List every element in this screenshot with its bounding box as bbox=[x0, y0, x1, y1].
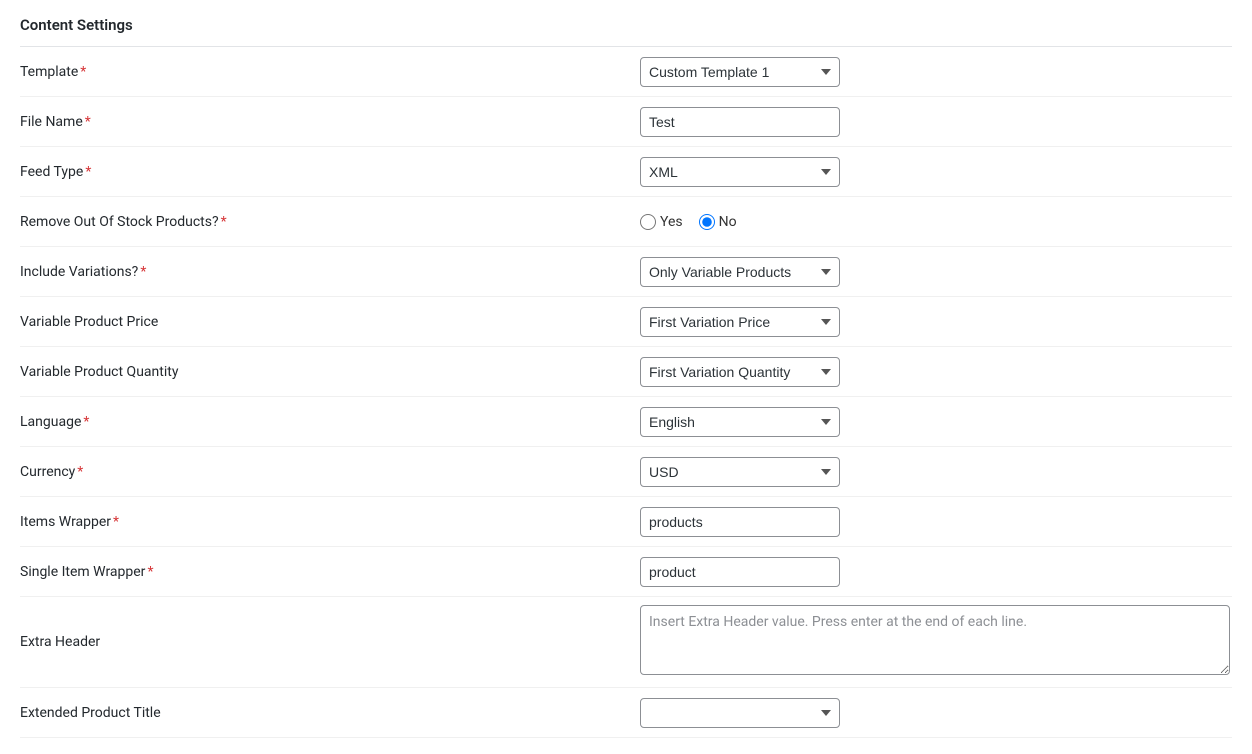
remove-out-of-stock-no-label[interactable]: No bbox=[699, 214, 737, 230]
language-select[interactable]: English French Spanish bbox=[640, 407, 840, 437]
variable-product-quantity-row: Variable Product Quantity First Variatio… bbox=[20, 347, 1232, 397]
variable-product-quantity-select[interactable]: First Variation Quantity Sum of Quantiti… bbox=[640, 357, 840, 387]
remove-out-of-stock-label: Remove Out Of Stock Products?* bbox=[20, 214, 640, 230]
items-wrapper-control bbox=[640, 507, 1232, 537]
currency-label: Currency* bbox=[20, 464, 640, 480]
template-row: Template* Custom Template 1 Custom Templ… bbox=[20, 47, 1232, 97]
extra-header-row: Extra Header bbox=[20, 597, 1232, 688]
feed-type-label: Feed Type* bbox=[20, 164, 640, 180]
items-wrapper-row: Items Wrapper* bbox=[20, 497, 1232, 547]
extra-header-control bbox=[640, 605, 1232, 679]
extra-header-textarea[interactable] bbox=[640, 605, 1230, 675]
remove-out-of-stock-radio-group: Yes No bbox=[640, 214, 1232, 230]
remove-out-of-stock-yes-radio[interactable] bbox=[640, 214, 656, 230]
currency-row: Currency* USD EUR GBP bbox=[20, 447, 1232, 497]
single-item-wrapper-row: Single Item Wrapper* bbox=[20, 547, 1232, 597]
feed-type-control: XML CSV TSV bbox=[640, 157, 1232, 187]
file-name-row: File Name* bbox=[20, 97, 1232, 147]
variable-product-price-select[interactable]: First Variation Price Min Price Max Pric… bbox=[640, 307, 840, 337]
remove-out-of-stock-yes-label[interactable]: Yes bbox=[640, 214, 683, 230]
extended-product-title-control bbox=[640, 698, 1232, 728]
include-variations-row: Include Variations?* Only Variable Produ… bbox=[20, 247, 1232, 297]
items-wrapper-label: Items Wrapper* bbox=[20, 514, 640, 530]
file-name-control bbox=[640, 107, 1232, 137]
include-variations-label: Include Variations?* bbox=[20, 264, 640, 280]
remove-out-of-stock-control: Yes No bbox=[640, 214, 1232, 230]
currency-select[interactable]: USD EUR GBP bbox=[640, 457, 840, 487]
single-item-wrapper-required: * bbox=[147, 564, 153, 580]
items-wrapper-required: * bbox=[113, 514, 119, 530]
variable-product-price-control: First Variation Price Min Price Max Pric… bbox=[640, 307, 1232, 337]
language-required: * bbox=[83, 414, 89, 430]
template-control: Custom Template 1 Custom Template 2 bbox=[640, 57, 1232, 87]
template-select[interactable]: Custom Template 1 Custom Template 2 bbox=[640, 57, 840, 87]
remove-out-of-stock-required: * bbox=[221, 214, 227, 230]
feed-type-required: * bbox=[85, 164, 91, 180]
content-settings-panel: Content Settings Template* Custom Templa… bbox=[0, 0, 1252, 754]
variable-product-price-label: Variable Product Price bbox=[20, 314, 640, 330]
extended-product-title-label: Extended Product Title bbox=[20, 705, 640, 721]
language-label: Language* bbox=[20, 414, 640, 430]
extended-product-title-select[interactable] bbox=[640, 698, 840, 728]
section-title: Content Settings bbox=[20, 16, 1232, 47]
extended-product-title-row: Extended Product Title bbox=[20, 688, 1232, 738]
language-control: English French Spanish bbox=[640, 407, 1232, 437]
single-item-wrapper-control bbox=[640, 557, 1232, 587]
file-name-label: File Name* bbox=[20, 114, 640, 130]
template-required: * bbox=[80, 64, 86, 80]
feed-type-row: Feed Type* XML CSV TSV bbox=[20, 147, 1232, 197]
include-variations-required: * bbox=[140, 264, 146, 280]
variable-product-quantity-control: First Variation Quantity Sum of Quantiti… bbox=[640, 357, 1232, 387]
variable-product-price-row: Variable Product Price First Variation P… bbox=[20, 297, 1232, 347]
items-wrapper-input[interactable] bbox=[640, 507, 840, 537]
variable-product-quantity-label: Variable Product Quantity bbox=[20, 364, 640, 380]
file-name-required: * bbox=[85, 114, 91, 130]
template-label: Template* bbox=[20, 64, 640, 80]
extra-header-label: Extra Header bbox=[20, 634, 640, 650]
language-row: Language* English French Spanish bbox=[20, 397, 1232, 447]
currency-required: * bbox=[77, 464, 83, 480]
feed-type-select[interactable]: XML CSV TSV bbox=[640, 157, 840, 187]
single-item-wrapper-label: Single Item Wrapper* bbox=[20, 564, 640, 580]
currency-control: USD EUR GBP bbox=[640, 457, 1232, 487]
file-name-input[interactable] bbox=[640, 107, 840, 137]
remove-out-of-stock-no-radio[interactable] bbox=[699, 214, 715, 230]
include-variations-control: Only Variable Products All Variations No… bbox=[640, 257, 1232, 287]
include-variations-select[interactable]: Only Variable Products All Variations No… bbox=[640, 257, 840, 287]
remove-out-of-stock-row: Remove Out Of Stock Products?* Yes No bbox=[20, 197, 1232, 247]
single-item-wrapper-input[interactable] bbox=[640, 557, 840, 587]
